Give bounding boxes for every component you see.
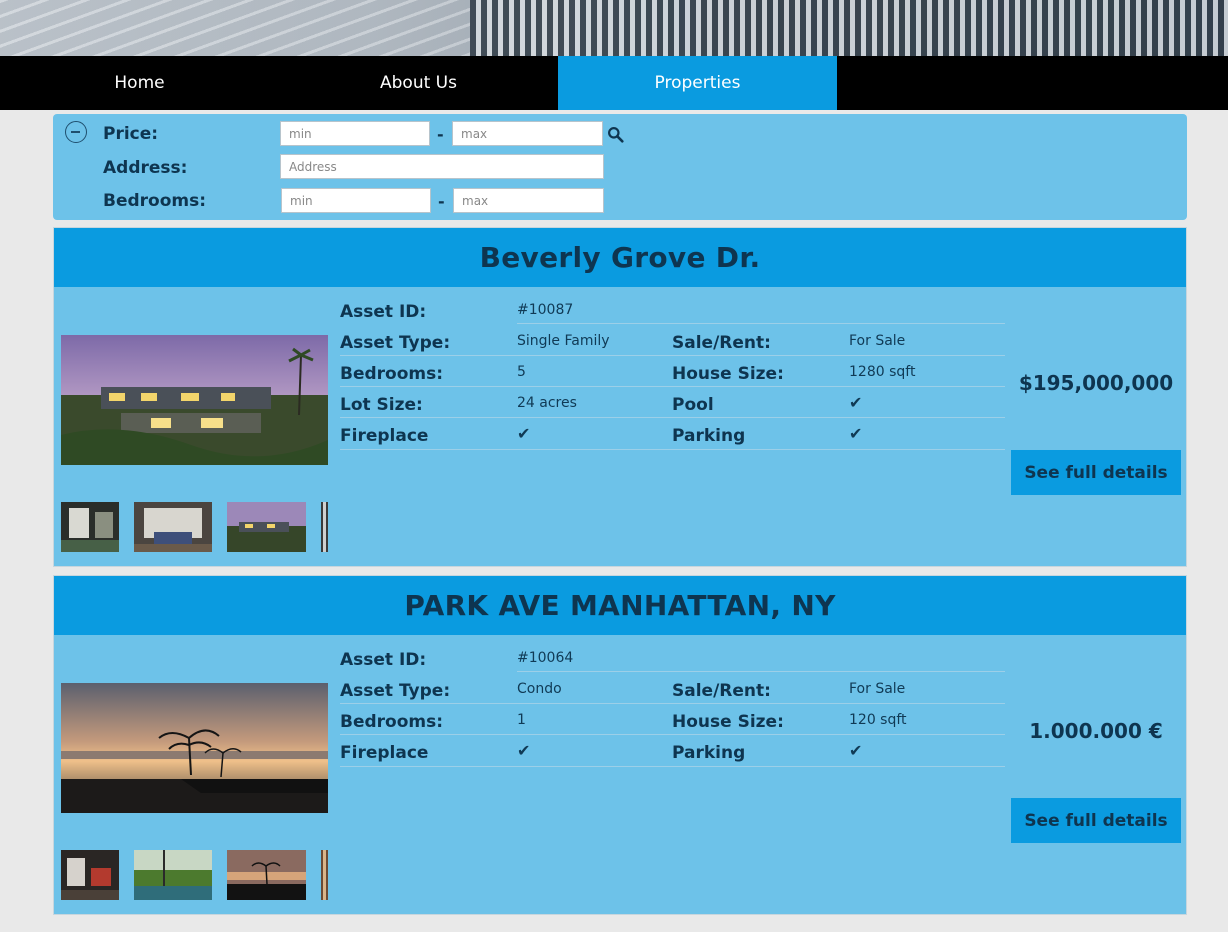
bedrooms-value: 1 xyxy=(517,712,526,728)
bedrooms-label: Bedrooms: xyxy=(103,191,207,211)
search-icon[interactable] xyxy=(607,126,624,143)
asset-type-value: Single Family xyxy=(517,333,610,349)
listing-price: 1.000.000 € xyxy=(1029,719,1163,743)
parking-label: Parking xyxy=(672,426,746,446)
sale-rent-label: Sale/Rent: xyxy=(672,681,771,701)
listing-thumbnail[interactable] xyxy=(321,502,328,552)
asset-id-label: Asset ID: xyxy=(340,302,427,322)
asset-type-label: Asset Type: xyxy=(340,333,451,353)
bedrooms-max-input[interactable] xyxy=(453,188,604,213)
house-size-label: House Size: xyxy=(672,712,784,732)
listing-thumbnail[interactable] xyxy=(227,850,306,900)
bedrooms-value: 5 xyxy=(517,364,526,380)
listing-thumbnail[interactable] xyxy=(134,850,212,900)
listing-thumbnail[interactable] xyxy=(134,502,212,552)
row-divider xyxy=(340,766,1005,767)
see-full-details-button[interactable]: See full details xyxy=(1011,450,1181,495)
banner-building-right xyxy=(470,0,1228,56)
header-banner xyxy=(0,0,1228,56)
property-search-panel: Price: - Address: Bedrooms: - xyxy=(53,114,1187,220)
price-min-input[interactable] xyxy=(280,121,430,146)
fireplace-check-icon: ✔ xyxy=(517,741,531,760)
nav-about-us[interactable]: About Us xyxy=(279,56,558,110)
pool-label: Pool xyxy=(672,395,714,415)
row-divider xyxy=(517,671,1005,672)
address-input[interactable] xyxy=(280,154,604,179)
sale-rent-label: Sale/Rent: xyxy=(672,333,771,353)
main-nav: Home About Us Properties xyxy=(0,56,1228,110)
bedrooms-label: Bedrooms: xyxy=(340,712,444,732)
pool-check-icon: ✔ xyxy=(849,393,863,412)
listing-title[interactable]: Beverly Grove Dr. xyxy=(480,241,761,274)
listing-thumbnail[interactable] xyxy=(61,850,119,900)
listing-header: PARK AVE MANHATTAN, NY xyxy=(54,576,1186,635)
fireplace-check-icon: ✔ xyxy=(517,424,531,443)
lot-size-label: Lot Size: xyxy=(340,395,423,415)
row-divider xyxy=(340,734,1005,735)
parking-check-icon: ✔ xyxy=(849,741,863,760)
listing-thumbnail[interactable] xyxy=(321,850,328,900)
listing-main-photo[interactable] xyxy=(61,683,328,813)
house-size-label: House Size: xyxy=(672,364,784,384)
address-label: Address: xyxy=(103,158,188,178)
sale-rent-value: For Sale xyxy=(849,333,906,349)
nav-home[interactable]: Home xyxy=(0,56,279,110)
nav-properties[interactable]: Properties xyxy=(558,56,837,110)
row-divider xyxy=(517,323,1005,324)
listing-title[interactable]: PARK AVE MANHATTAN, NY xyxy=(404,589,835,622)
house-size-value: 120 sqft xyxy=(849,712,907,728)
sale-rent-value: For Sale xyxy=(849,681,906,697)
parking-check-icon: ✔ xyxy=(849,424,863,443)
collapse-icon[interactable] xyxy=(65,121,87,143)
listing-card: Beverly Grove Dr. Asset ID: #10087 Asset… xyxy=(53,227,1187,567)
price-label: Price: xyxy=(103,124,159,144)
asset-type-label: Asset Type: xyxy=(340,681,451,701)
banner-building-left xyxy=(0,0,470,56)
row-divider xyxy=(340,386,1005,387)
listing-thumbnail[interactable] xyxy=(61,502,119,552)
asset-type-value: Condo xyxy=(517,681,562,697)
row-divider xyxy=(340,355,1005,356)
bedrooms-range-dash: - xyxy=(438,192,445,211)
row-divider xyxy=(340,417,1005,418)
price-range-dash: - xyxy=(437,125,444,144)
see-full-details-button[interactable]: See full details xyxy=(1011,798,1181,843)
listing-main-photo[interactable] xyxy=(61,335,328,465)
bedrooms-min-input[interactable] xyxy=(281,188,431,213)
asset-id-value: #10087 xyxy=(517,302,574,318)
parking-label: Parking xyxy=(672,743,746,763)
listing-header: Beverly Grove Dr. xyxy=(54,228,1186,287)
row-divider xyxy=(340,449,1005,450)
fireplace-label: Fireplace xyxy=(340,743,429,763)
asset-id-value: #10064 xyxy=(517,650,574,666)
row-divider xyxy=(340,703,1005,704)
price-max-input[interactable] xyxy=(452,121,603,146)
lot-size-value: 24 acres xyxy=(517,395,577,411)
house-size-value: 1280 sqft xyxy=(849,364,916,380)
listing-thumbnail[interactable] xyxy=(227,502,306,552)
asset-id-label: Asset ID: xyxy=(340,650,427,670)
listing-card: PARK AVE MANHATTAN, NY Asset ID: #10064 … xyxy=(53,575,1187,915)
fireplace-label: Fireplace xyxy=(340,426,429,446)
listing-price: $195,000,000 xyxy=(1018,371,1174,395)
bedrooms-label: Bedrooms: xyxy=(340,364,444,384)
